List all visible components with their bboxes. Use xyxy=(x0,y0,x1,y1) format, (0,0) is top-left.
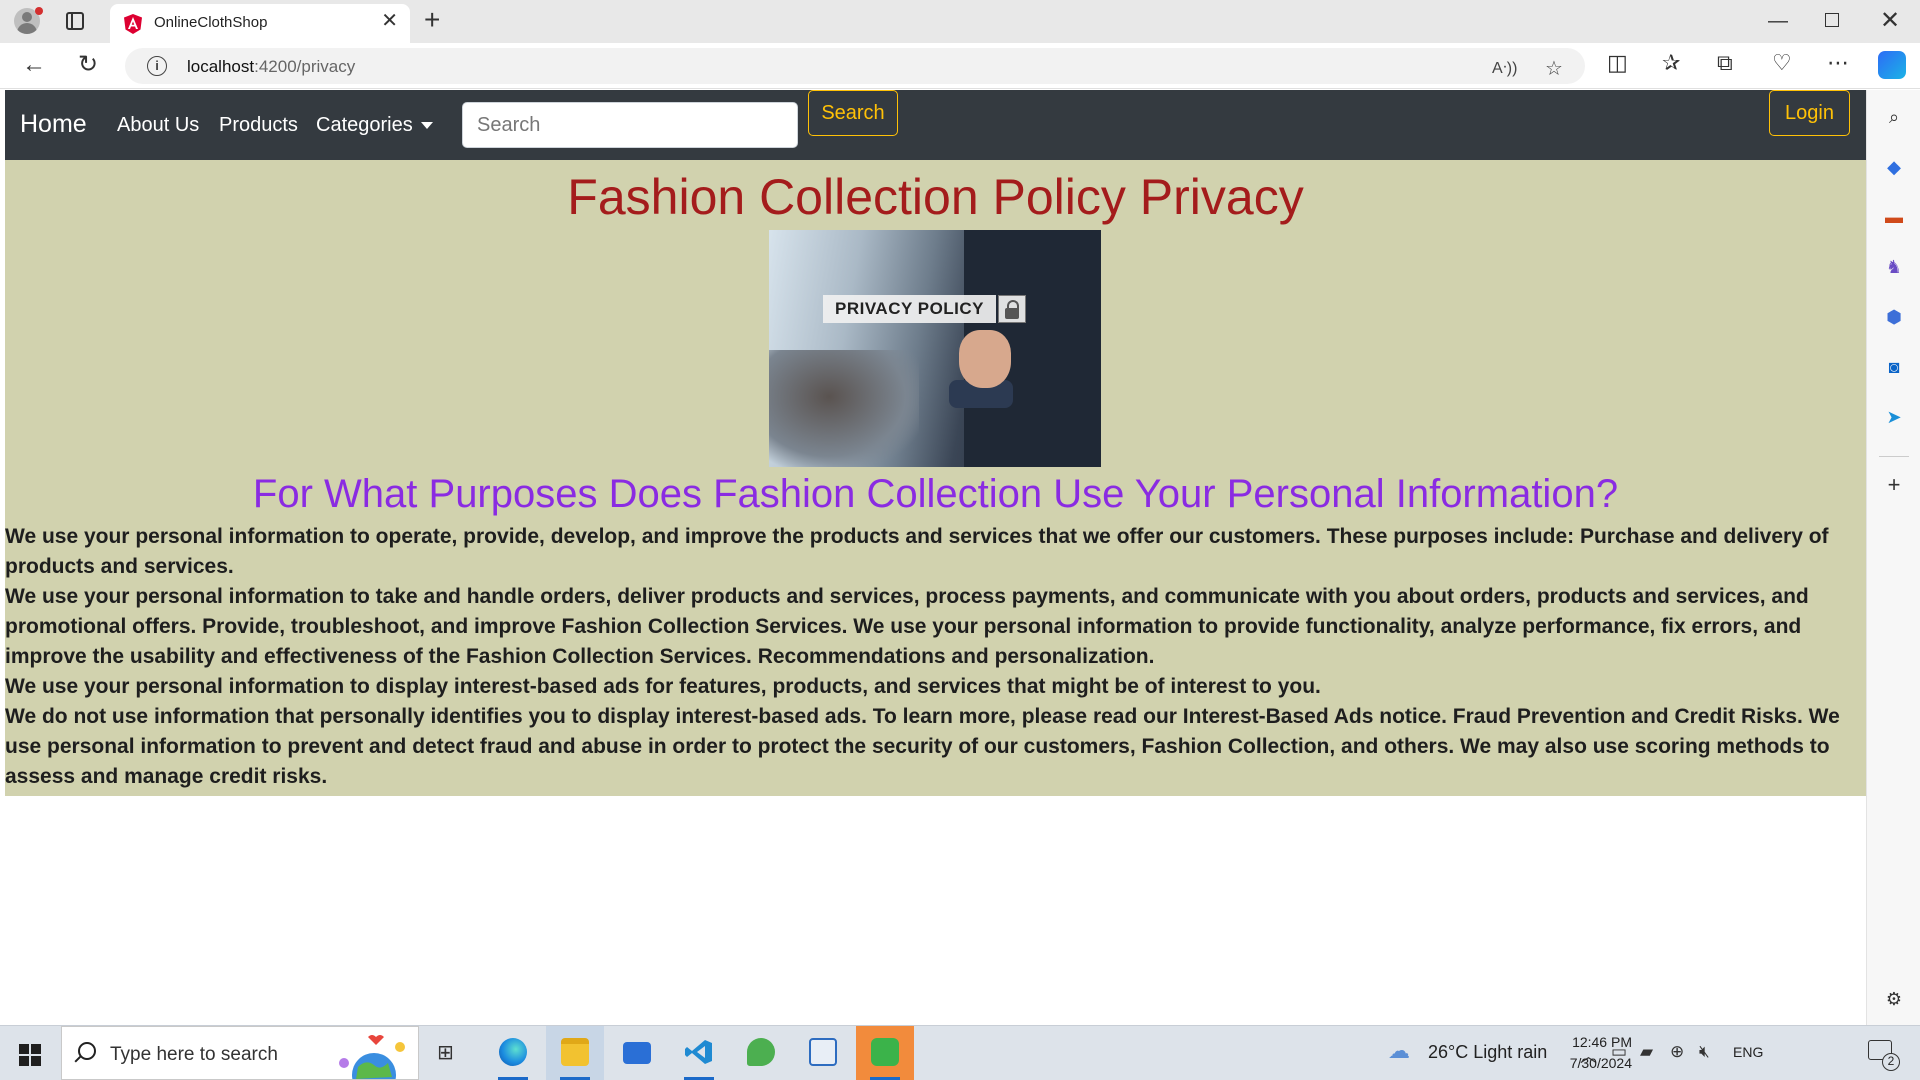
search-button[interactable]: Search xyxy=(808,90,898,136)
back-icon[interactable]: ← xyxy=(22,51,46,79)
search-input[interactable] xyxy=(462,102,798,148)
split-screen-icon[interactable]: ◫ xyxy=(1607,51,1628,75)
taskbar-app-window[interactable] xyxy=(794,1026,852,1080)
notification-count-badge: 2 xyxy=(1882,1053,1900,1071)
tab-actions-icon[interactable] xyxy=(66,12,84,30)
page-title: Fashion Collection Policy Privacy xyxy=(567,169,1304,225)
sidebar-search-icon[interactable]: ⌕ xyxy=(1883,106,1905,128)
angular-favicon-icon xyxy=(124,14,142,34)
vscode-icon xyxy=(685,1040,712,1064)
mail-icon xyxy=(623,1042,651,1064)
taskbar-app-download[interactable] xyxy=(856,1026,914,1080)
sidebar-games-icon[interactable]: ♞ xyxy=(1883,256,1905,278)
leaf-app-icon xyxy=(747,1038,775,1066)
task-view-icon[interactable]: ⊞ xyxy=(437,1040,454,1065)
read-aloud-icon[interactable]: Aᐧ)) xyxy=(1492,58,1517,78)
sidebar-shopping-icon[interactable]: ◆ xyxy=(1883,156,1905,178)
policy-paragraph: We use your personal information to disp… xyxy=(5,675,1321,698)
nav-link-about-us[interactable]: About Us xyxy=(117,114,199,137)
page-viewport: Home About Us Products Categories Search… xyxy=(5,90,1866,1025)
close-tab-icon[interactable]: ✕ xyxy=(381,11,398,31)
taskbar-clock[interactable]: 12:46 PM 7/30/2024 xyxy=(1542,1032,1632,1074)
folder-icon xyxy=(561,1038,589,1066)
sidebar-divider xyxy=(1879,456,1909,457)
network-globe-icon[interactable]: ⊕ xyxy=(1670,1042,1684,1062)
volume-muted-icon[interactable]: 🔇︎ xyxy=(1699,1042,1710,1062)
sidebar-add-icon[interactable]: + xyxy=(1883,474,1905,496)
hand-shape xyxy=(959,330,1011,388)
browser-tab[interactable]: OnlineClothShop ✕ xyxy=(110,4,410,43)
background-blur xyxy=(769,350,919,467)
edge-icon xyxy=(499,1038,527,1066)
login-button[interactable]: Login xyxy=(1769,90,1850,136)
restore-icon[interactable] xyxy=(1825,13,1839,27)
taskbar-search-box[interactable]: Type here to search xyxy=(61,1026,419,1080)
weather-icon[interactable]: ☁ xyxy=(1388,1038,1410,1064)
copilot-icon[interactable] xyxy=(1878,51,1906,79)
privacy-policy-label: PRIVACY POLICY xyxy=(823,295,997,323)
sidebar-send-icon[interactable]: ➤ xyxy=(1883,406,1905,428)
policy-paragraph: We do not use information that personall… xyxy=(5,705,1840,788)
browser-essentials-icon[interactable]: ♡ xyxy=(1772,51,1792,75)
edge-sidebar: ⌕ ◆ ▬ ♞ ⬢ ◙ ➤ + ⚙ xyxy=(1866,90,1920,1025)
url-host: localhost xyxy=(187,57,255,76)
sidebar-settings-icon[interactable]: ⚙ xyxy=(1883,988,1905,1010)
cloud-download-icon xyxy=(871,1038,899,1066)
nav-dropdown-categories[interactable]: Categories xyxy=(316,114,433,137)
clock-date: 7/30/2024 xyxy=(1569,1055,1632,1071)
language-indicator[interactable]: ENG xyxy=(1733,1044,1763,1060)
taskbar-vscode[interactable] xyxy=(670,1026,728,1080)
taskbar-mail[interactable] xyxy=(608,1026,666,1080)
taskbar-edge[interactable] xyxy=(484,1026,542,1080)
url-field[interactable]: i localhost:4200/privacy Aᐧ)) ☆ xyxy=(125,48,1585,84)
url-path: :4200/privacy xyxy=(254,57,356,76)
lock-icon xyxy=(998,295,1026,323)
search-highlight-globe-icon xyxy=(339,1035,405,1079)
reload-icon[interactable]: ↻ xyxy=(78,51,98,79)
nav-brand-home[interactable]: Home xyxy=(20,110,87,139)
policy-paragraphs: We use your personal information to oper… xyxy=(5,522,1855,792)
taskbar-app-leaf[interactable] xyxy=(732,1026,790,1080)
windows-taskbar: Type here to search ⊞ ☁ 26°C Light rain … xyxy=(0,1025,1920,1080)
taskbar-search-placeholder: Type here to search xyxy=(110,1044,278,1065)
search-icon xyxy=(78,1042,96,1060)
weather-text[interactable]: 26°C Light rain xyxy=(1428,1042,1547,1063)
section-subtitle: For What Purposes Does Fashion Collectio… xyxy=(252,472,1619,516)
privacy-policy-image: PRIVACY POLICY xyxy=(769,230,1101,467)
policy-paragraph: We use your personal information to oper… xyxy=(5,525,1829,578)
favorites-icon[interactable]: ✰ xyxy=(1662,51,1680,75)
privacy-content: Fashion Collection Policy Privacy PRIVAC… xyxy=(5,160,1866,796)
collections-icon[interactable]: ⧉ xyxy=(1717,51,1733,75)
new-tab-icon[interactable]: + xyxy=(424,5,440,35)
caret-down-icon xyxy=(420,122,433,130)
windows-start-icon[interactable] xyxy=(19,1044,41,1066)
policy-paragraph: We use your personal information to take… xyxy=(5,585,1809,668)
more-options-icon[interactable]: ⋯ xyxy=(1827,51,1849,75)
categories-label: Categories xyxy=(316,114,413,136)
window-app-icon xyxy=(809,1038,837,1066)
tab-title: OnlineClothShop xyxy=(154,14,268,31)
site-info-icon[interactable]: i xyxy=(147,56,167,76)
taskbar-file-explorer[interactable] xyxy=(546,1026,604,1080)
browser-tab-bar: OnlineClothShop ✕ + — ✕ xyxy=(0,0,1920,43)
nav-link-products[interactable]: Products xyxy=(219,114,298,137)
minimize-icon[interactable]: — xyxy=(1768,10,1788,33)
clock-time: 12:46 PM xyxy=(1572,1034,1632,1050)
sidebar-tools-icon[interactable]: ▬ xyxy=(1883,206,1905,228)
window-close-icon[interactable]: ✕ xyxy=(1880,6,1900,35)
favorite-star-icon[interactable]: ☆ xyxy=(1545,56,1563,81)
battery-icon[interactable]: ▰ xyxy=(1640,1042,1653,1062)
url-text: localhost:4200/privacy xyxy=(187,57,355,77)
profile-notification-dot xyxy=(35,7,43,15)
sidebar-outlook-icon[interactable]: ◙ xyxy=(1883,356,1905,378)
sidebar-office-icon[interactable]: ⬢ xyxy=(1883,306,1905,328)
address-bar-row: ← ↻ i localhost:4200/privacy Aᐧ)) ☆ xyxy=(0,43,1920,89)
site-navbar: Home About Us Products Categories Search… xyxy=(5,90,1866,160)
